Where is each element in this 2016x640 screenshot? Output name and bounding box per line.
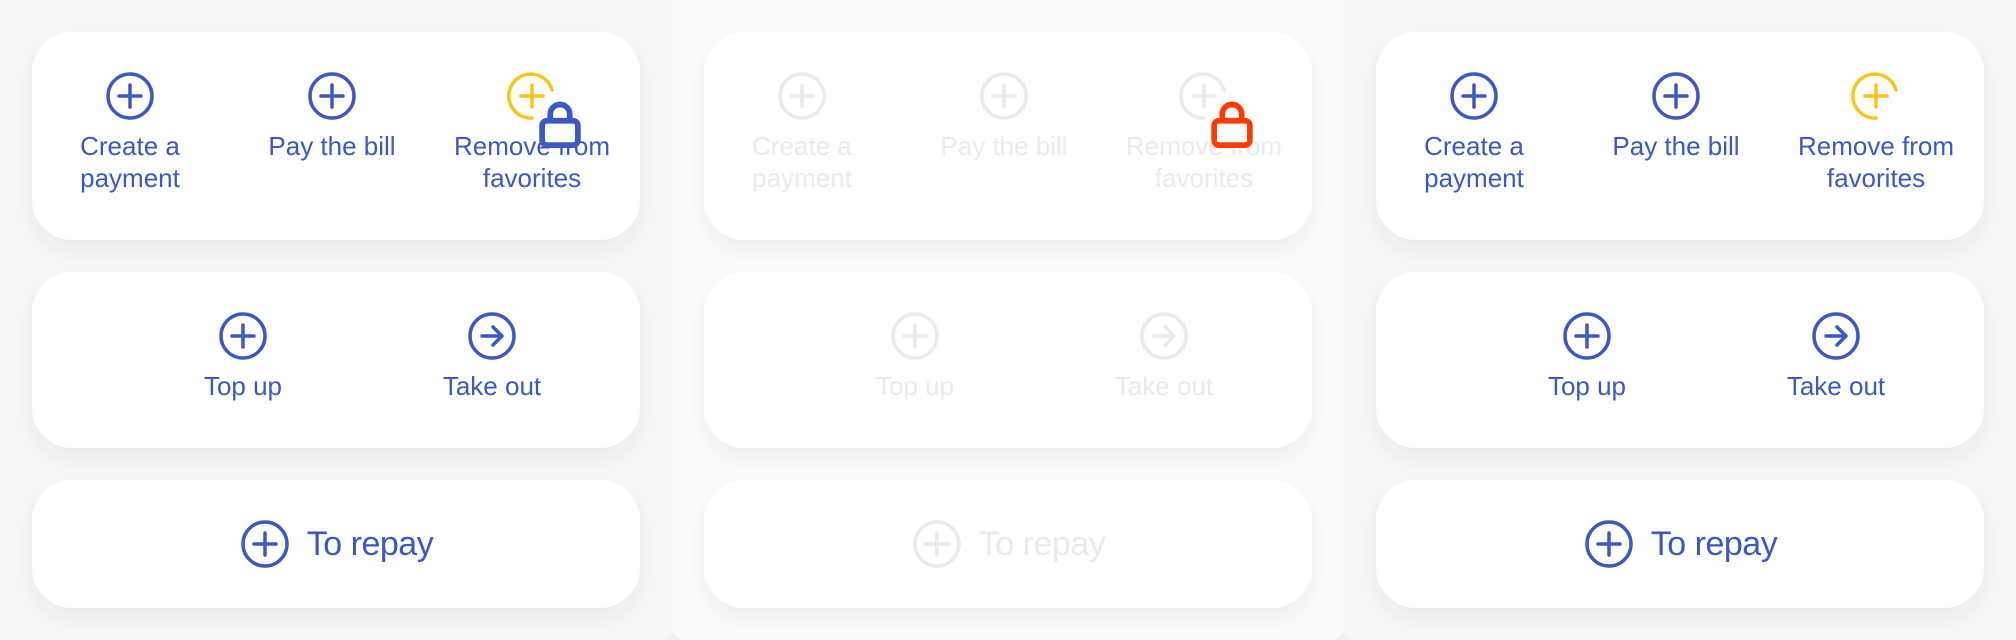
- plus-circle-icon: [776, 70, 828, 122]
- to-repay-label: To repay: [1650, 524, 1778, 563]
- take-out-label: Take out: [1786, 371, 1886, 401]
- plus-circle-icon: [217, 310, 269, 362]
- pay-bill-button: Pay the bill: [909, 70, 1099, 162]
- top-up-button: Top up: [820, 310, 1010, 402]
- plus-circle-icon: [239, 518, 291, 570]
- plus-circle-icon: [104, 70, 156, 122]
- take-out-label: Take out: [1114, 371, 1214, 401]
- create-payment-label: Create a payment: [80, 131, 180, 193]
- actions-panel-disabled: Create a payment Pay the bill Remove fro…: [672, 0, 1344, 640]
- create-payment-button: Create a payment: [707, 70, 897, 194]
- top-up-button[interactable]: Top up: [1492, 310, 1682, 402]
- create-payment-label: Create a payment: [752, 131, 852, 193]
- remove-from-favorites-button: Remove from favorites: [1109, 70, 1299, 194]
- top-up-label: Top up: [875, 371, 955, 401]
- top-up-label: Top up: [203, 371, 283, 401]
- lock-icon: [534, 98, 581, 148]
- remove-from-favorites-button[interactable]: Remove from favorites: [437, 70, 627, 194]
- plus-circle-icon: [1650, 70, 1702, 122]
- pay-bill-label: Pay the bill: [1612, 131, 1740, 161]
- to-repay-label: To repay: [978, 524, 1106, 563]
- arrow-right-circle-icon: [1810, 310, 1862, 362]
- quick-actions-card: Create a payment Pay the bill Remove fro…: [32, 32, 640, 240]
- transfer-card: Top up Take out: [1376, 272, 1984, 448]
- actions-panel-default: Create a payment Pay the bill Remove fro…: [0, 0, 672, 640]
- remove-from-favorites-label: Remove from favorites: [1125, 131, 1283, 193]
- lock-icon: [1206, 98, 1253, 148]
- plus-circle-icon: [1448, 70, 1500, 122]
- top-up-label: Top up: [1547, 371, 1627, 401]
- repay-card: To repay: [704, 480, 1312, 608]
- quick-actions-card: Create a payment Pay the bill Remove fro…: [704, 32, 1312, 240]
- repay-card: To repay: [32, 480, 640, 608]
- remove-from-favorites-button[interactable]: Remove from favorites: [1781, 70, 1971, 194]
- create-payment-button[interactable]: Create a payment: [35, 70, 225, 194]
- favorite-plus-icon: [506, 70, 581, 148]
- pay-bill-button[interactable]: Pay the bill: [1581, 70, 1771, 162]
- to-repay-button[interactable]: To repay: [1376, 480, 1984, 608]
- to-repay-button: To repay: [704, 480, 1312, 608]
- plus-circle-icon: [911, 518, 963, 570]
- top-up-button[interactable]: Top up: [148, 310, 338, 402]
- plus-circle-icon: [1583, 518, 1635, 570]
- favorite-plus-icon: [1850, 70, 1902, 122]
- create-payment-button[interactable]: Create a payment: [1379, 70, 1569, 194]
- create-payment-label: Create a payment: [1424, 131, 1524, 193]
- plus-circle-icon: [306, 70, 358, 122]
- remove-from-favorites-label: Remove from favorites: [1797, 131, 1955, 193]
- plus-circle-icon: [978, 70, 1030, 122]
- arrow-right-circle-icon: [1138, 310, 1190, 362]
- pay-bill-label: Pay the bill: [268, 131, 396, 161]
- take-out-button[interactable]: Take out: [1741, 310, 1931, 402]
- transfer-card: Top up Take out: [704, 272, 1312, 448]
- favorite-plus-icon: [1178, 70, 1253, 148]
- take-out-button[interactable]: Take out: [397, 310, 587, 402]
- pay-bill-button[interactable]: Pay the bill: [237, 70, 427, 162]
- take-out-button: Take out: [1069, 310, 1259, 402]
- plus-circle-icon: [889, 310, 941, 362]
- to-repay-label: To repay: [306, 524, 434, 563]
- plus-circle-icon: [1561, 310, 1613, 362]
- remove-from-favorites-label: Remove from favorites: [453, 131, 611, 193]
- take-out-label: Take out: [442, 371, 542, 401]
- quick-actions-card: Create a payment Pay the bill Remove fro…: [1376, 32, 1984, 240]
- repay-card: To repay: [1376, 480, 1984, 608]
- arrow-right-circle-icon: [466, 310, 518, 362]
- to-repay-button[interactable]: To repay: [32, 480, 640, 608]
- transfer-card: Top up Take out: [32, 272, 640, 448]
- actions-panel-unlocked: Create a payment Pay the bill Remove fro…: [1344, 0, 2016, 640]
- pay-bill-label: Pay the bill: [940, 131, 1068, 161]
